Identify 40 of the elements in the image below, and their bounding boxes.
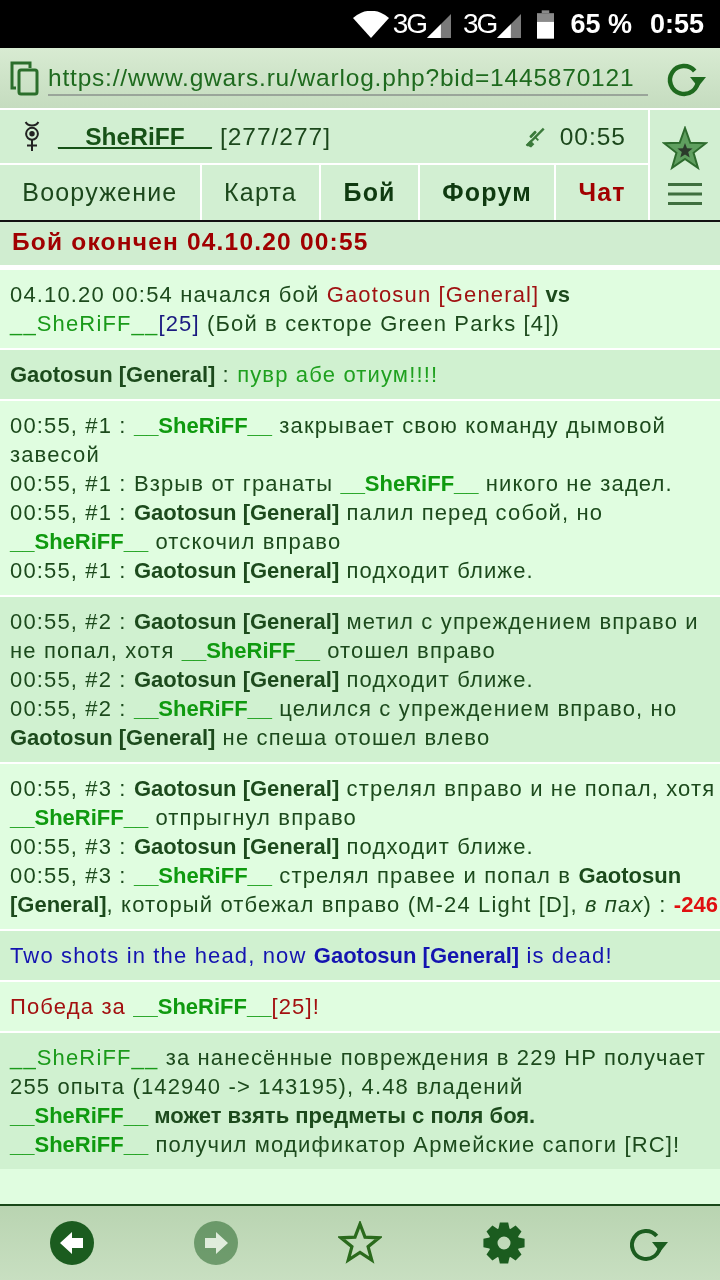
- battery-percent: 65 %: [570, 8, 632, 40]
- wifi-icon: [352, 10, 389, 38]
- log-line: __SheRiFF__ получил модификатор Армейские сапоги [RC]!: [10, 1131, 682, 1159]
- star-icon[interactable]: [662, 126, 708, 172]
- settings-icon: [482, 1221, 526, 1265]
- settings-button[interactable]: [482, 1221, 526, 1265]
- forward-icon: [194, 1221, 238, 1265]
- signal-icon: [497, 14, 522, 38]
- log-line: 00:55, #1 : Gaotosun [General] подходит ближе.: [10, 557, 535, 585]
- log-line: __SheRiFF__ может взять предметы с поля боя.: [10, 1102, 537, 1130]
- star-icon: [338, 1221, 382, 1265]
- battle-time: 00:55: [559, 122, 626, 151]
- log-line: Two shots in the head, now Gaotosun [General] is dead!: [10, 942, 614, 970]
- tabs-icon[interactable]: [10, 60, 39, 96]
- log-line: 00:55, #3 : Gaotosun [General] подходит ближе.: [10, 833, 535, 861]
- back-icon: [50, 1221, 94, 1265]
- hp-counter: [277/277]: [219, 122, 332, 151]
- log-line: 00:55, #1 : Взрыв от гранаты __SheRiFF__ никого не задел.: [10, 470, 674, 498]
- network-type: 3G: [463, 8, 497, 40]
- bookmark-button[interactable]: [338, 1221, 382, 1265]
- status-time: 0:55: [649, 8, 704, 40]
- nav-tab[interactable]: Вооружение: [0, 165, 200, 220]
- nav-tab[interactable]: Чат: [556, 165, 648, 220]
- log-line: 00:55, #2 : __SheRiFF__ целился с упреждением вправо, но Gaotosun [General] не спеша отошел влево: [10, 695, 679, 752]
- back-button[interactable]: [50, 1221, 94, 1265]
- nav-tab[interactable]: Карта: [201, 165, 320, 220]
- log-line: 04.10.20 00:54 начался бой Gaotosun [General] vs __SheRiFF__[25] (Бой в секторе Green Parks [4]): [10, 281, 571, 338]
- log-line: Победа за __SheRiFF__[25]!: [10, 993, 321, 1021]
- log-line: Gaotosun [General] : пувр абе отиум!!!!: [10, 361, 440, 389]
- battle-title: Бой окончен 04.10.20 00:55: [0, 220, 720, 268]
- nav-tab[interactable]: Форум: [419, 165, 555, 220]
- menu-icon[interactable]: [668, 183, 702, 205]
- network-type: 3G: [392, 8, 427, 40]
- mercury-icon: [22, 121, 42, 152]
- player-link[interactable]: __SheRiFF__: [58, 122, 212, 151]
- nav-tab[interactable]: Бой: [321, 165, 418, 220]
- signal-icon: [427, 14, 452, 38]
- battery-icon: [537, 9, 555, 39]
- log-line: 00:55, #3 : __SheRiFF__ стрелял правее и попал в Gaotosun [General], который отбежал вправо (M-24 Light [D], в пах) : -246: [10, 862, 719, 919]
- log-line: 00:55, #2 : Gaotosun [General] подходит ближе.: [10, 666, 535, 694]
